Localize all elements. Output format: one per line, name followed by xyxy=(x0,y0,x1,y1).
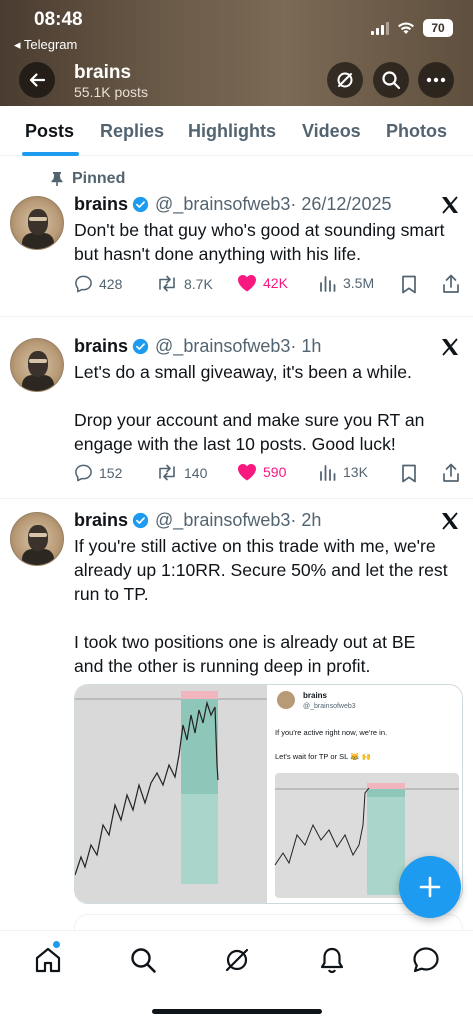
tab-highlights[interactable]: Highlights xyxy=(188,121,276,142)
like-button[interactable]: 590 xyxy=(237,463,286,481)
home-indicator-bar xyxy=(152,1009,322,1014)
profile-tabs: Posts Replies Highlights Videos Photos xyxy=(0,106,473,156)
search-icon xyxy=(382,71,401,90)
search-icon[interactable] xyxy=(128,945,158,975)
repost-icon xyxy=(159,275,175,292)
reply-button[interactable]: 152 xyxy=(74,463,122,482)
heart-icon xyxy=(238,275,256,292)
back-arrow-icon xyxy=(29,73,46,87)
status-time: 08:48 xyxy=(34,9,83,30)
reply-button[interactable]: 428 xyxy=(74,274,122,293)
pin-icon xyxy=(51,172,63,186)
verified-icon xyxy=(132,512,149,529)
messages-icon[interactable] xyxy=(411,945,441,975)
post-header: brains @_brainsofweb3 · 26/12/2025 xyxy=(74,194,391,215)
views-button[interactable]: 3.5M xyxy=(319,274,374,292)
home-icon[interactable] xyxy=(33,945,63,975)
tab-replies[interactable]: Replies xyxy=(100,121,164,142)
bookmark-icon[interactable] xyxy=(401,275,417,294)
avatar[interactable] xyxy=(10,512,64,566)
profile-name: brains xyxy=(74,62,132,83)
notifications-icon[interactable] xyxy=(317,945,347,975)
repost-icon xyxy=(159,464,175,481)
share-icon[interactable] xyxy=(442,274,460,294)
tab-videos[interactable]: Videos xyxy=(302,121,361,142)
grok-icon[interactable] xyxy=(222,945,252,975)
more-icon xyxy=(426,77,446,83)
reply-icon xyxy=(75,464,92,482)
post-text: If you're still active on this trade wit… xyxy=(74,536,448,676)
author-handle[interactable]: @_brainsofweb3 xyxy=(155,194,290,215)
avatar[interactable] xyxy=(10,196,64,250)
views-button[interactable]: 13K xyxy=(319,463,368,481)
verified-icon xyxy=(132,196,149,213)
profile-post-count: 55.1K posts xyxy=(74,84,148,100)
x-logo-icon xyxy=(442,338,458,356)
grok-button[interactable] xyxy=(327,62,363,98)
post-actions: 428 8.7K 42K 3.5M xyxy=(74,274,460,296)
author-name[interactable]: brains xyxy=(74,194,128,215)
reply-icon xyxy=(75,275,92,293)
cellular-signal-icon xyxy=(371,21,389,35)
back-button[interactable] xyxy=(19,62,55,98)
like-button[interactable]: 42K xyxy=(237,274,288,292)
back-to-telegram-link[interactable]: ◂ Telegram xyxy=(14,37,77,53)
profile-header: 08:48 ◂ Telegram 70 brains 55.1K posts xyxy=(0,0,473,106)
tab-photos[interactable]: Photos xyxy=(386,121,447,142)
grok-icon xyxy=(337,72,353,88)
post-text: Don't be that guy who's good at sounding… xyxy=(74,220,445,264)
compose-post-button[interactable] xyxy=(399,856,461,918)
author-name[interactable]: brains xyxy=(74,336,128,357)
tab-posts[interactable]: Posts xyxy=(25,121,74,142)
embedded-author-handle: @_brainsofweb3 xyxy=(303,703,356,710)
views-icon xyxy=(320,465,336,481)
post-header: brains @_brainsofweb3 · 2h xyxy=(74,510,321,531)
author-name[interactable]: brains xyxy=(74,510,128,531)
active-tab-indicator xyxy=(22,152,79,156)
search-button[interactable] xyxy=(373,62,409,98)
status-icons: 70 xyxy=(371,19,453,37)
x-logo-icon xyxy=(442,512,458,530)
heart-icon xyxy=(238,464,256,481)
embedded-text-2: Let's wait for TP or SL 😹 🙌 xyxy=(275,752,371,761)
plus-icon xyxy=(419,876,441,898)
embedded-author-name: brains xyxy=(303,691,328,700)
author-handle[interactable]: @_brainsofweb3 xyxy=(155,510,290,531)
battery-indicator: 70 xyxy=(423,19,453,37)
views-icon xyxy=(320,276,336,292)
author-handle[interactable]: @_brainsofweb3 xyxy=(155,336,290,357)
share-icon[interactable] xyxy=(442,463,460,483)
avatar[interactable] xyxy=(10,338,64,392)
post-header: brains @_brainsofweb3 · 1h xyxy=(74,336,321,357)
post-timestamp: · 1h xyxy=(290,336,322,356)
verified-icon xyxy=(132,338,149,355)
repost-button[interactable]: 8.7K xyxy=(156,274,213,293)
wifi-icon xyxy=(398,22,414,34)
embedded-text-1: If you're active right now, we're in. xyxy=(275,728,387,737)
repost-button[interactable]: 140 xyxy=(156,463,207,482)
pinned-label: Pinned xyxy=(50,170,125,188)
post-timestamp: · 26/12/2025 xyxy=(290,194,392,214)
post-timestamp: · 2h xyxy=(290,510,322,530)
x-logo-icon xyxy=(442,196,458,214)
bookmark-icon[interactable] xyxy=(401,464,417,483)
post-text: Let's do a small giveaway, it's been a w… xyxy=(74,362,425,454)
more-options-button[interactable] xyxy=(418,62,454,98)
home-notification-dot xyxy=(53,941,60,948)
bottom-navigation xyxy=(0,930,473,1024)
post-actions: 152 140 590 13K xyxy=(74,463,460,485)
